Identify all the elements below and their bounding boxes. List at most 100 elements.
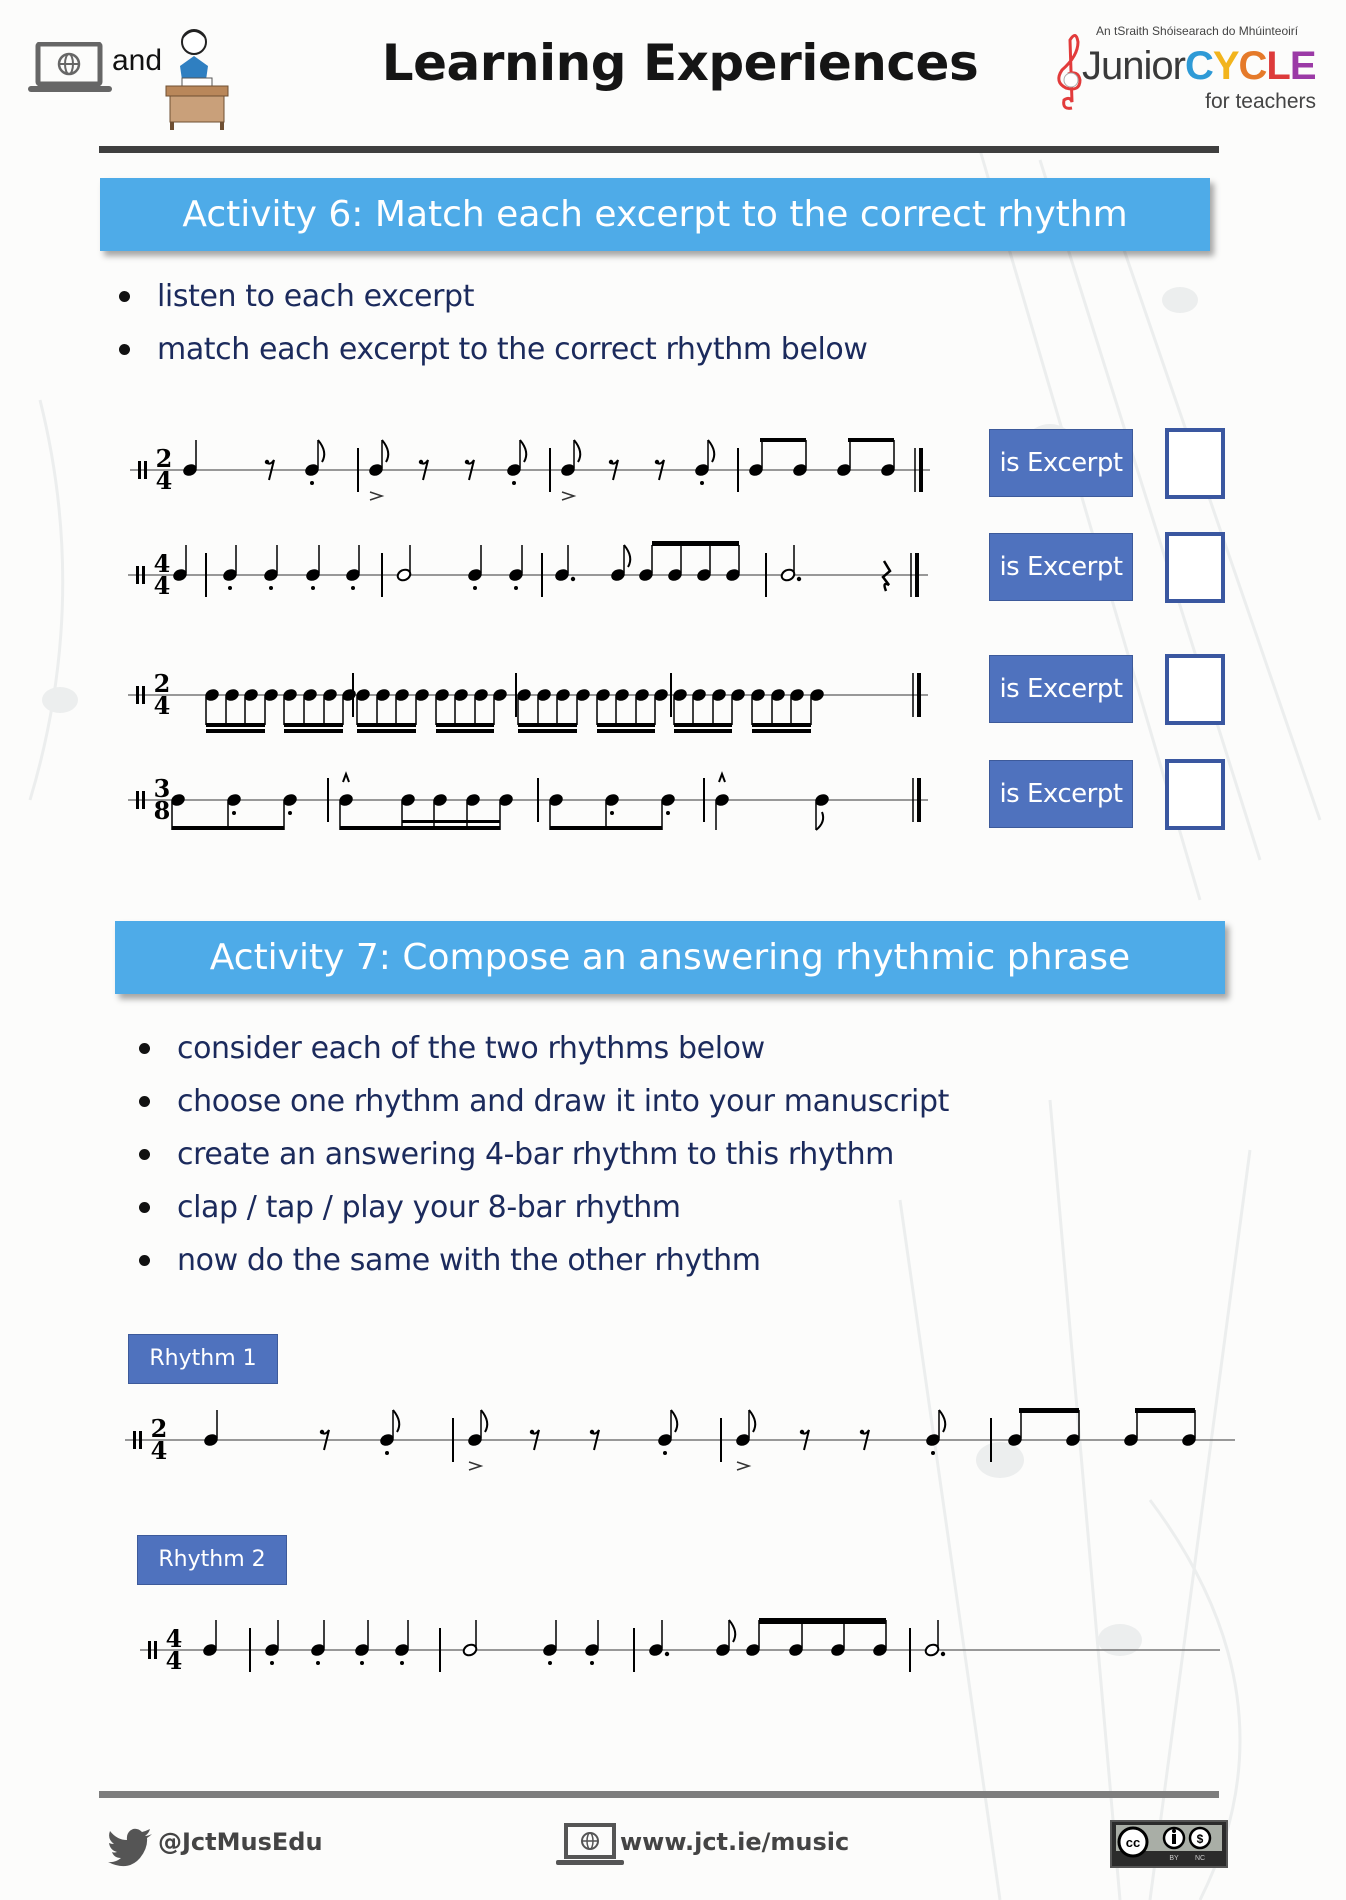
staccato-dot <box>311 586 315 590</box>
excerpt-rhythm-3: 24 <box>128 669 928 733</box>
is-excerpt-button-2[interactable]: is Excerpt <box>989 533 1133 601</box>
rhythm-1-label: Rhythm 1 <box>128 1334 278 1384</box>
staccato-dot <box>666 811 670 815</box>
time-signature-bottom: 4 <box>154 691 171 720</box>
excerpt-answer-box-3[interactable] <box>1165 654 1225 725</box>
svg-text:NC: NC <box>1195 1855 1205 1862</box>
staccato-dot <box>663 1451 667 1455</box>
beam <box>674 729 732 733</box>
note-flag <box>670 1409 679 1433</box>
junior-cycle-logo: An tSraith Shóisearach do Mhúinteoirí Ju… <box>1052 22 1322 118</box>
time-signature-bottom: 4 <box>154 571 171 600</box>
percussion-clef <box>136 686 139 704</box>
beam <box>652 541 739 546</box>
is-excerpt-button-4[interactable]: is Excerpt <box>989 760 1133 828</box>
footer-divider <box>99 1791 1219 1798</box>
staccato-dot <box>548 1661 552 1665</box>
staccato-dot <box>269 586 273 590</box>
time-signature-bottom: 4 <box>151 1436 168 1465</box>
accent-mark <box>736 1461 752 1471</box>
beam <box>1135 1408 1195 1413</box>
staccato-dot <box>228 586 232 590</box>
time-signature-bottom: 4 <box>166 1646 183 1675</box>
staccato-dot <box>360 1661 364 1665</box>
twitter-handle[interactable]: @JctMusEdu <box>158 1828 323 1856</box>
excerpt-rhythm-2: 44 <box>128 541 928 600</box>
activity-7-banner: Activity 7: Compose an answering rhythmi… <box>115 921 1225 994</box>
is-excerpt-button-3[interactable]: is Excerpt <box>989 655 1133 723</box>
marcato-mark <box>718 771 726 783</box>
staccato-dot <box>232 811 236 815</box>
augmentation-dot <box>796 576 802 582</box>
time-signature-bottom: 8 <box>154 796 171 825</box>
note-flag <box>815 811 825 831</box>
rhythm-1-staff: 24 <box>125 1408 1235 1471</box>
beam <box>518 729 577 733</box>
percussion-clef <box>136 791 139 809</box>
laptop-globe-icon <box>556 1823 624 1865</box>
note-flag <box>317 439 326 463</box>
rhythm-2-staff: 44 <box>140 1618 1220 1675</box>
beam <box>436 723 494 727</box>
augmentation-dot <box>664 1651 670 1657</box>
beam <box>436 729 494 733</box>
svg-text:BY: BY <box>1169 1855 1179 1862</box>
bullet-item: consider each of the two rhythms below <box>137 1022 949 1075</box>
beam <box>674 723 732 727</box>
excerpt-answer-box-2[interactable] <box>1165 532 1225 603</box>
excerpt-rhythm-4: 38 <box>128 771 928 831</box>
note-flag <box>480 1409 489 1433</box>
bullet-dot <box>139 1043 150 1054</box>
note-flag <box>623 544 632 568</box>
staccato-dot <box>590 1661 594 1665</box>
bullet-dot <box>139 1255 150 1266</box>
staccato-dot <box>700 481 704 485</box>
bullet-item: clap / tap / play your 8-bar rhythm <box>137 1181 949 1234</box>
website-link[interactable]: www.jct.ie/music <box>620 1828 849 1856</box>
beam <box>206 723 265 727</box>
note-flag <box>573 439 582 463</box>
header-divider <box>99 146 1219 153</box>
bullet-dot <box>139 1096 150 1107</box>
staccato-dot <box>610 811 614 815</box>
accent-mark <box>369 491 385 501</box>
bullet-item: listen to each excerpt <box>117 270 868 323</box>
note-flag <box>748 1409 757 1433</box>
is-excerpt-button-1[interactable]: is Excerpt <box>989 429 1133 497</box>
beam <box>597 723 655 727</box>
beam <box>357 729 416 733</box>
beam <box>340 826 500 830</box>
and-text: and <box>112 44 163 77</box>
staccato-dot <box>351 586 355 590</box>
beam <box>759 1618 886 1624</box>
bullet-dot <box>139 1202 150 1213</box>
staccato-dot <box>288 811 292 815</box>
logo-sub: for teachers <box>1205 90 1316 113</box>
staccato-dot <box>316 1661 320 1665</box>
accent-mark <box>468 1461 484 1471</box>
staccato-dot <box>473 586 477 590</box>
bullet-item: now do the same with the other rhythm <box>137 1234 949 1287</box>
beam <box>550 826 662 830</box>
augmentation-dot <box>940 1651 946 1657</box>
excerpt-answer-box-1[interactable] <box>1165 428 1225 499</box>
laptop-globe-icon <box>28 42 112 92</box>
beam <box>752 723 811 727</box>
activity-7-instructions: consider each of the two rhythms below c… <box>137 1022 949 1287</box>
student-at-desk-icon <box>165 29 229 130</box>
note-flag <box>728 1619 737 1643</box>
activity-6-instructions: listen to each excerpt match each excerp… <box>117 270 868 376</box>
activity-6-banner: Activity 6: Match each excerpt to the co… <box>100 178 1210 251</box>
beam <box>284 729 343 733</box>
beam <box>206 729 265 733</box>
rhythm-2-label: Rhythm 2 <box>137 1535 287 1585</box>
note-flag <box>938 1409 947 1433</box>
accent-mark <box>561 491 577 501</box>
beam <box>518 723 577 727</box>
excerpt-answer-box-4[interactable] <box>1165 759 1225 830</box>
marcato-mark <box>342 771 350 783</box>
staccato-dot <box>385 1451 389 1455</box>
svg-text:cc: cc <box>1126 1835 1140 1850</box>
percussion-clef <box>133 1431 136 1449</box>
note-flag <box>707 439 716 463</box>
